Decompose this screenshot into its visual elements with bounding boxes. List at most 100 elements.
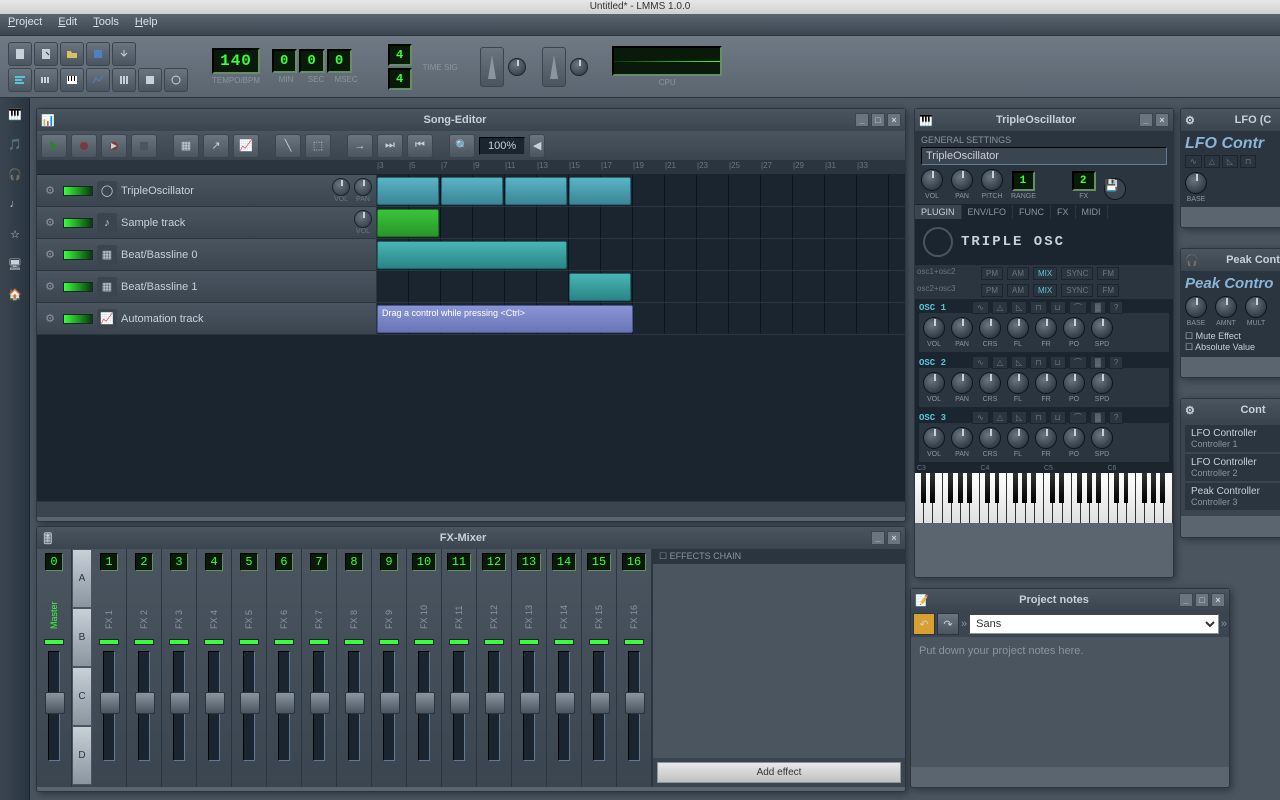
notes-undo-button[interactable]: ↶ — [913, 613, 935, 635]
track-name[interactable]: Automation track — [121, 313, 372, 325]
osc-fr-knob[interactable] — [1035, 317, 1057, 339]
peak-mute-checkbox[interactable]: ☐ Mute Effect — [1185, 331, 1280, 342]
bb-editor-button[interactable] — [34, 68, 58, 92]
menu-help[interactable]: Help — [135, 16, 158, 33]
track-type-icon[interactable]: ♪ — [97, 213, 117, 233]
automation-editor-button[interactable] — [86, 68, 110, 92]
sidebar-computer-icon[interactable]: 🖥 — [1, 250, 29, 278]
fx-channel-fader[interactable] — [48, 651, 60, 761]
plugin-close-button[interactable]: × — [1155, 113, 1169, 127]
track-name[interactable]: Beat/Bassline 1 — [121, 281, 372, 293]
osc-pan-knob[interactable] — [951, 317, 973, 339]
fx-channel-led[interactable] — [554, 639, 574, 645]
osc-pan-knob[interactable] — [951, 427, 973, 449]
menu-project[interactable]: Project — [8, 16, 42, 33]
osc-vol-knob[interactable] — [923, 427, 945, 449]
fx-channel[interactable]: 8 FX 8 — [337, 549, 372, 787]
track-mute-button[interactable] — [63, 314, 93, 324]
osc-vol-knob[interactable] — [923, 317, 945, 339]
fx-channel-fader[interactable] — [383, 651, 395, 761]
zoom-dropdown-button[interactable]: ◀ — [529, 134, 545, 158]
lfo-wave-sine-button[interactable]: ∿ — [1185, 155, 1202, 168]
clip[interactable] — [377, 241, 567, 269]
fx-channel-led[interactable] — [169, 639, 189, 645]
fx-channel-fader[interactable] — [278, 651, 290, 761]
osc-wave-saw[interactable]: ◺ — [1011, 356, 1027, 369]
osc-wave-moog[interactable]: ⊔ — [1050, 411, 1066, 424]
skip-start-button[interactable]: ⏮ — [407, 134, 433, 158]
fx-channel[interactable]: 11 FX 11 — [442, 549, 477, 787]
add-automation-track-button[interactable]: 📈 — [233, 134, 259, 158]
osc-wave-moog[interactable]: ⊔ — [1050, 301, 1066, 314]
mod-mix-button[interactable]: MIX — [1033, 267, 1057, 280]
osc-wave-sqr[interactable]: ⊓ — [1030, 301, 1046, 314]
fx-channel[interactable]: 14 FX 14 — [547, 549, 582, 787]
loop-button[interactable]: → — [347, 134, 373, 158]
sidebar-home-icon[interactable]: 🏠 — [1, 280, 29, 308]
fx-mixer-close-button[interactable]: × — [887, 531, 901, 545]
fx-channel[interactable]: 5 FX 5 — [232, 549, 267, 787]
fx-channel-led[interactable] — [379, 639, 399, 645]
track-content[interactable] — [377, 175, 905, 206]
fx-channel[interactable]: 4 FX 4 — [197, 549, 232, 787]
osc-wave-moog[interactable]: ⊔ — [1050, 356, 1066, 369]
black-key[interactable] — [1031, 473, 1036, 503]
fx-channel-led[interactable] — [624, 639, 644, 645]
new-template-button[interactable] — [34, 42, 58, 66]
black-key[interactable] — [1022, 473, 1027, 503]
fx-channel-fader[interactable] — [488, 651, 500, 761]
master-pitch-slider[interactable] — [542, 47, 566, 87]
clip[interactable]: Drag a control while pressing <Ctrl> — [377, 305, 633, 333]
plugin-vol-knob[interactable] — [921, 169, 943, 191]
add-bb-track-button[interactable]: ▦ — [173, 134, 199, 158]
osc-wave-sqr[interactable]: ⊓ — [1030, 411, 1046, 424]
fx-channel-fader[interactable] — [173, 651, 185, 761]
timesig-den-display[interactable]: 4 — [388, 68, 412, 90]
sidebar-samples-icon[interactable]: 🎵 — [1, 130, 29, 158]
osc-po-knob[interactable] — [1063, 372, 1085, 394]
fx-channel-fader[interactable] — [593, 651, 605, 761]
fx-channel-led[interactable] — [414, 639, 434, 645]
plugin-tab-midi[interactable]: MIDI — [1076, 205, 1108, 219]
notes-minimize-button[interactable]: _ — [1179, 593, 1193, 607]
notes-maximize-button[interactable]: □ — [1195, 593, 1209, 607]
stop-button[interactable] — [131, 134, 157, 158]
osc-wave-sine[interactable]: ∿ — [972, 301, 989, 314]
black-key[interactable] — [995, 473, 1000, 503]
fx-channel-led[interactable] — [239, 639, 259, 645]
record-accomp-button[interactable] — [101, 134, 127, 158]
play-button[interactable] — [41, 134, 67, 158]
fx-send-B[interactable]: B — [72, 608, 92, 667]
controller-item[interactable]: Peak ControllerController 3 — [1185, 483, 1280, 510]
lfo-base-knob[interactable] — [1185, 172, 1207, 194]
fx-channel-led[interactable] — [309, 639, 329, 645]
lfo-wave-saw-button[interactable]: ◺ — [1222, 155, 1238, 168]
mod-fm-button[interactable]: FM — [1097, 284, 1119, 297]
clip[interactable] — [377, 177, 439, 205]
clip[interactable] — [569, 177, 631, 205]
white-key[interactable] — [1007, 473, 1016, 523]
osc-wave-usr[interactable]: ? — [1109, 301, 1123, 314]
peak-mult-knob[interactable] — [1245, 296, 1267, 318]
controller-item[interactable]: LFO ControllerController 1 — [1185, 425, 1280, 452]
track-name[interactable]: Beat/Bassline 0 — [121, 249, 372, 261]
sidebar-note-icon[interactable]: ♩ — [1, 190, 29, 218]
black-key[interactable] — [1124, 473, 1129, 503]
track-type-icon[interactable]: 📈 — [97, 309, 117, 329]
clip[interactable] — [441, 177, 503, 205]
fx-channel-led[interactable] — [204, 639, 224, 645]
osc-spd-knob[interactable] — [1091, 427, 1113, 449]
master-pitch-knob[interactable] — [570, 58, 588, 76]
fx-channel-fader[interactable] — [628, 651, 640, 761]
black-key[interactable] — [1077, 473, 1082, 503]
black-key[interactable] — [958, 473, 963, 503]
osc-wave-tri[interactable]: △ — [992, 301, 1008, 314]
fx-channel-led[interactable] — [589, 639, 609, 645]
fx-channel[interactable]: 12 FX 12 — [477, 549, 512, 787]
track-gear-icon[interactable]: ⚙ — [41, 246, 59, 264]
osc-po-knob[interactable] — [1063, 317, 1085, 339]
track-gear-icon[interactable]: ⚙ — [41, 214, 59, 232]
master-volume-knob[interactable] — [508, 58, 526, 76]
fx-channel-fader[interactable] — [243, 651, 255, 761]
osc-fl-knob[interactable] — [1007, 317, 1029, 339]
